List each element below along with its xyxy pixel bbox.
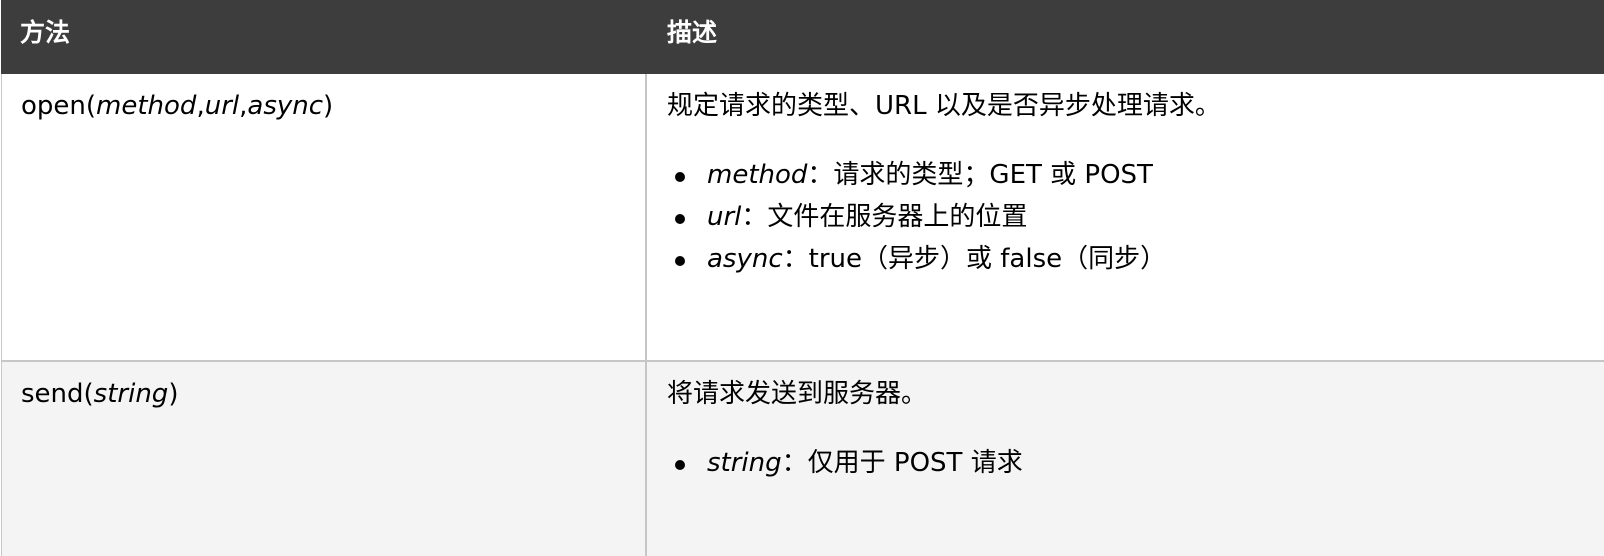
param-name: method bbox=[707, 160, 808, 190]
method-signature: send(string) bbox=[21, 379, 178, 409]
method-name: send( bbox=[21, 379, 94, 409]
param-name: async bbox=[247, 91, 324, 121]
param-name: url bbox=[707, 202, 742, 232]
param-name: string bbox=[707, 448, 782, 478]
param-name: method bbox=[96, 91, 197, 121]
param-list: string：仅用于 POST 请求 bbox=[667, 442, 1604, 484]
param-text: ：true（异步）或 false（同步） bbox=[782, 244, 1167, 274]
method-cell: open(method,url,async) bbox=[2, 74, 647, 360]
param-text: ：文件在服务器上的位置 bbox=[741, 202, 1028, 232]
param-name: string bbox=[93, 379, 169, 409]
table-row: open(method,url,async) 规定请求的类型、URL 以及是否异… bbox=[1, 74, 1604, 360]
table-header-row: 方法 描述 bbox=[1, 0, 1604, 74]
description-text: 将请求发送到服务器。 bbox=[667, 379, 928, 409]
param-text: ：请求的类型；GET 或 POST bbox=[807, 160, 1153, 190]
description-cell: 规定请求的类型、URL 以及是否异步处理请求。 method：请求的类型；GET… bbox=[647, 74, 1604, 360]
table-row: send(string) 将请求发送到服务器。 string：仅用于 POST … bbox=[1, 360, 1604, 556]
description-cell: 将请求发送到服务器。 string：仅用于 POST 请求 bbox=[647, 362, 1604, 556]
param-list: method：请求的类型；GET 或 POST url：文件在服务器上的位置 a… bbox=[667, 154, 1604, 280]
header-method: 方法 bbox=[20, 18, 71, 47]
param-name: async bbox=[707, 244, 783, 274]
method-cell: send(string) bbox=[2, 362, 647, 556]
list-item: method：请求的类型；GET 或 POST bbox=[667, 154, 1604, 196]
method-signature: open(method,url,async) bbox=[21, 91, 333, 121]
list-item: string：仅用于 POST 请求 bbox=[667, 442, 1604, 484]
method-close: ) bbox=[168, 379, 179, 409]
param-text: ：仅用于 POST 请求 bbox=[781, 448, 1023, 478]
method-close: ) bbox=[323, 91, 334, 121]
method-name: open( bbox=[21, 91, 97, 121]
description-text: 规定请求的类型、URL 以及是否异步处理请求。 bbox=[667, 91, 1221, 121]
header-description: 描述 bbox=[667, 18, 718, 47]
methods-table: 方法 描述 open(method,url,async) 规定请求的类型、URL… bbox=[1, 0, 1604, 556]
param-name: url bbox=[204, 91, 240, 121]
param-separator: , bbox=[196, 91, 205, 121]
list-item: async：true（异步）或 false（同步） bbox=[667, 238, 1604, 280]
list-item: url：文件在服务器上的位置 bbox=[667, 196, 1604, 238]
